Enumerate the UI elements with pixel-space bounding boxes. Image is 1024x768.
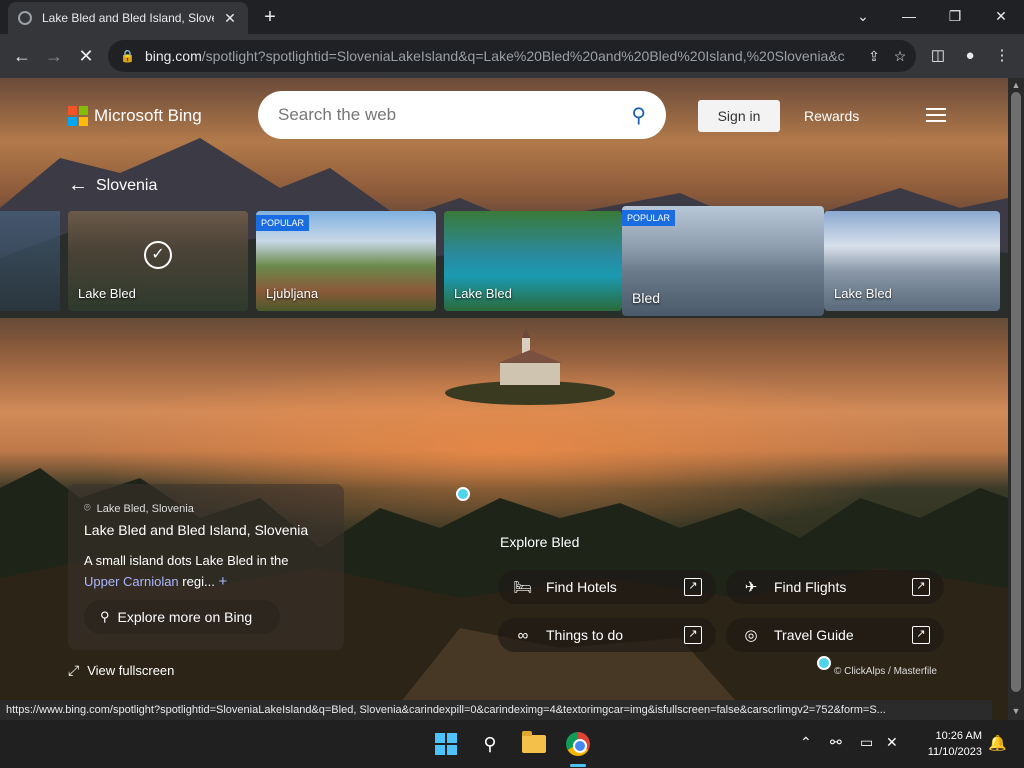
search-icon: ⚲ <box>100 609 110 624</box>
minimize-button[interactable]: — <box>894 4 924 28</box>
expand-icon: ⤢ <box>68 662 80 678</box>
favicon-icon <box>18 11 32 25</box>
page-scrollbar[interactable]: ▲ ▼ <box>1008 78 1024 720</box>
find-flights-button[interactable]: ✈ Find Flights ↗ <box>726 570 944 604</box>
info-title: Lake Bled and Bled Island, Slovenia <box>84 522 309 538</box>
carousel-card[interactable]: Lake Bled <box>824 211 1000 311</box>
binoculars-icon: ∞ <box>517 626 529 644</box>
chrome-icon[interactable] <box>562 728 594 760</box>
compass-icon: ◎ <box>744 627 758 644</box>
external-link-icon: ↗ <box>684 578 702 596</box>
region-link[interactable]: Upper Carniolan <box>84 574 179 589</box>
network-icon[interactable]: ⚯ <box>830 734 842 751</box>
clock-date: 11/10/2023 <box>927 746 982 758</box>
browser-toolbar: ← → ✕ 🔒 bing.com/spotlight?spotlightid=S… <box>0 34 1024 78</box>
profile-icon[interactable]: ● <box>958 44 982 68</box>
scroll-up-icon[interactable]: ▲ <box>1008 80 1024 90</box>
taskbar: ⚲ ⌃ ⚯ ▭ ✕ 10:26 AM 11/10/2023 🔔 <box>0 720 1024 768</box>
carousel-card[interactable]: Lake Bled <box>444 211 622 311</box>
search-box[interactable]: ⚲ <box>258 91 666 139</box>
volume-muted-icon[interactable]: ✕ <box>886 734 898 751</box>
microsoft-logo-icon <box>68 106 88 126</box>
external-link-icon: ↗ <box>684 626 702 644</box>
card-label: Ljubljana <box>266 286 319 301</box>
sign-in-button[interactable]: Sign in <box>698 100 780 132</box>
bed-icon: 🛏 <box>513 579 533 596</box>
carousel-back-button[interactable]: ← Slovenia <box>68 174 157 197</box>
close-window-button[interactable]: ✕ <box>986 4 1016 28</box>
tab-search-icon[interactable]: ⌄ <box>848 4 878 28</box>
carousel-card-peek[interactable] <box>0 211 60 311</box>
logo-text: Microsoft Bing <box>94 106 202 125</box>
find-hotels-button[interactable]: 🛏 Find Hotels ↗ <box>498 570 716 604</box>
new-tab-button[interactable]: + <box>258 5 282 29</box>
search-input[interactable] <box>278 105 632 125</box>
info-description: A small island dots Lake Bled in the Upp… <box>84 553 289 590</box>
tray-chevron-icon[interactable]: ⌃ <box>800 734 812 751</box>
bing-logo[interactable]: Microsoft Bing <box>68 106 202 126</box>
rewards-link[interactable]: Rewards <box>804 108 859 124</box>
card-label: Lake Bled <box>834 286 892 301</box>
external-link-icon: ↗ <box>912 578 930 596</box>
stop-loading-button[interactable]: ✕ <box>74 44 98 68</box>
search-icon[interactable]: ⚲ <box>474 728 506 760</box>
location-pin-icon: ⌾ <box>84 502 91 514</box>
image-credit: © ClickAlps / Masterfile <box>834 666 937 677</box>
popular-badge: POPULAR <box>256 215 310 231</box>
expand-plus-icon[interactable]: + <box>218 573 227 590</box>
search-icon[interactable]: ⚲ <box>631 103 646 128</box>
menu-dots-icon[interactable]: ⋮ <box>990 44 1014 68</box>
side-panel-icon[interactable]: ◫ <box>926 44 950 68</box>
popular-badge: POPULAR <box>622 210 676 226</box>
status-bar-url: https://www.bing.com/spotlight?spotlight… <box>0 700 992 720</box>
share-icon[interactable]: ⇪ <box>862 44 886 68</box>
back-button[interactable]: ← <box>10 44 34 68</box>
info-panel: ⌾ Lake Bled, Slovenia Lake Bled and Bled… <box>68 484 344 650</box>
things-to-do-button[interactable]: ∞ Things to do ↗ <box>498 618 716 652</box>
file-explorer-icon[interactable] <box>518 728 550 760</box>
selected-check-icon: ✓ <box>144 241 172 269</box>
page-viewport: Microsoft Bing ⚲ Sign in Rewards ← Slove… <box>0 78 1008 720</box>
hamburger-menu-icon[interactable] <box>926 108 948 124</box>
image-hotspot[interactable] <box>456 487 470 501</box>
location-label: Lake Bled, Slovenia <box>96 502 194 515</box>
clock-time: 10:26 AM <box>935 730 982 742</box>
browser-tab[interactable]: Lake Bled and Bled Island, Slovenia ✕ <box>8 2 248 34</box>
carousel-card[interactable]: ✓ Lake Bled <box>68 211 248 311</box>
system-clock[interactable]: 10:26 AM 11/10/2023 <box>912 728 982 760</box>
scroll-down-icon[interactable]: ▼ <box>1008 706 1024 716</box>
close-tab-icon[interactable]: ✕ <box>222 10 238 27</box>
windows-logo-icon <box>435 733 457 755</box>
airplane-icon: ✈ <box>744 579 758 596</box>
display-icon[interactable]: ▭ <box>860 734 873 751</box>
start-button[interactable] <box>430 728 462 760</box>
lock-icon: 🔒 <box>120 49 135 63</box>
external-link-icon: ↗ <box>912 626 930 644</box>
card-label: Bled <box>632 290 661 306</box>
active-app-indicator <box>570 764 586 767</box>
tab-title: Lake Bled and Bled Island, Slovenia <box>42 11 214 25</box>
notification-bell-icon[interactable]: 🔔 <box>988 734 1007 752</box>
travel-guide-button[interactable]: ◎ Travel Guide ↗ <box>726 618 944 652</box>
tab-strip: Lake Bled and Bled Island, Slovenia ✕ + … <box>0 0 1024 34</box>
card-label: Lake Bled <box>454 286 512 301</box>
card-label: Lake Bled <box>78 286 136 301</box>
view-fullscreen-button[interactable]: ⤢ View fullscreen <box>68 662 174 679</box>
restore-button[interactable]: ❐ <box>940 4 970 28</box>
explore-more-button[interactable]: ⚲ Explore more on Bing <box>84 600 280 634</box>
bookmark-star-icon[interactable]: ☆ <box>888 44 912 68</box>
url-text: bing.com/spotlight?spotlightid=SloveniaL… <box>144 48 845 64</box>
back-arrow-icon: ← <box>68 174 88 196</box>
carousel-card-hovered[interactable]: POPULAR Bled <box>622 206 824 316</box>
explore-title: Explore Bled <box>500 534 580 550</box>
carousel-title: Slovenia <box>96 176 158 194</box>
address-bar[interactable]: 🔒 bing.com/spotlight?spotlightid=Sloveni… <box>108 40 916 72</box>
scrollbar-thumb[interactable] <box>1011 92 1021 692</box>
location-row: ⌾ Lake Bled, Slovenia <box>84 502 194 515</box>
forward-button[interactable]: → <box>42 44 66 68</box>
bled-island <box>445 328 615 405</box>
image-hotspot[interactable] <box>817 656 831 670</box>
carousel-card[interactable]: POPULAR Ljubljana <box>256 211 436 311</box>
